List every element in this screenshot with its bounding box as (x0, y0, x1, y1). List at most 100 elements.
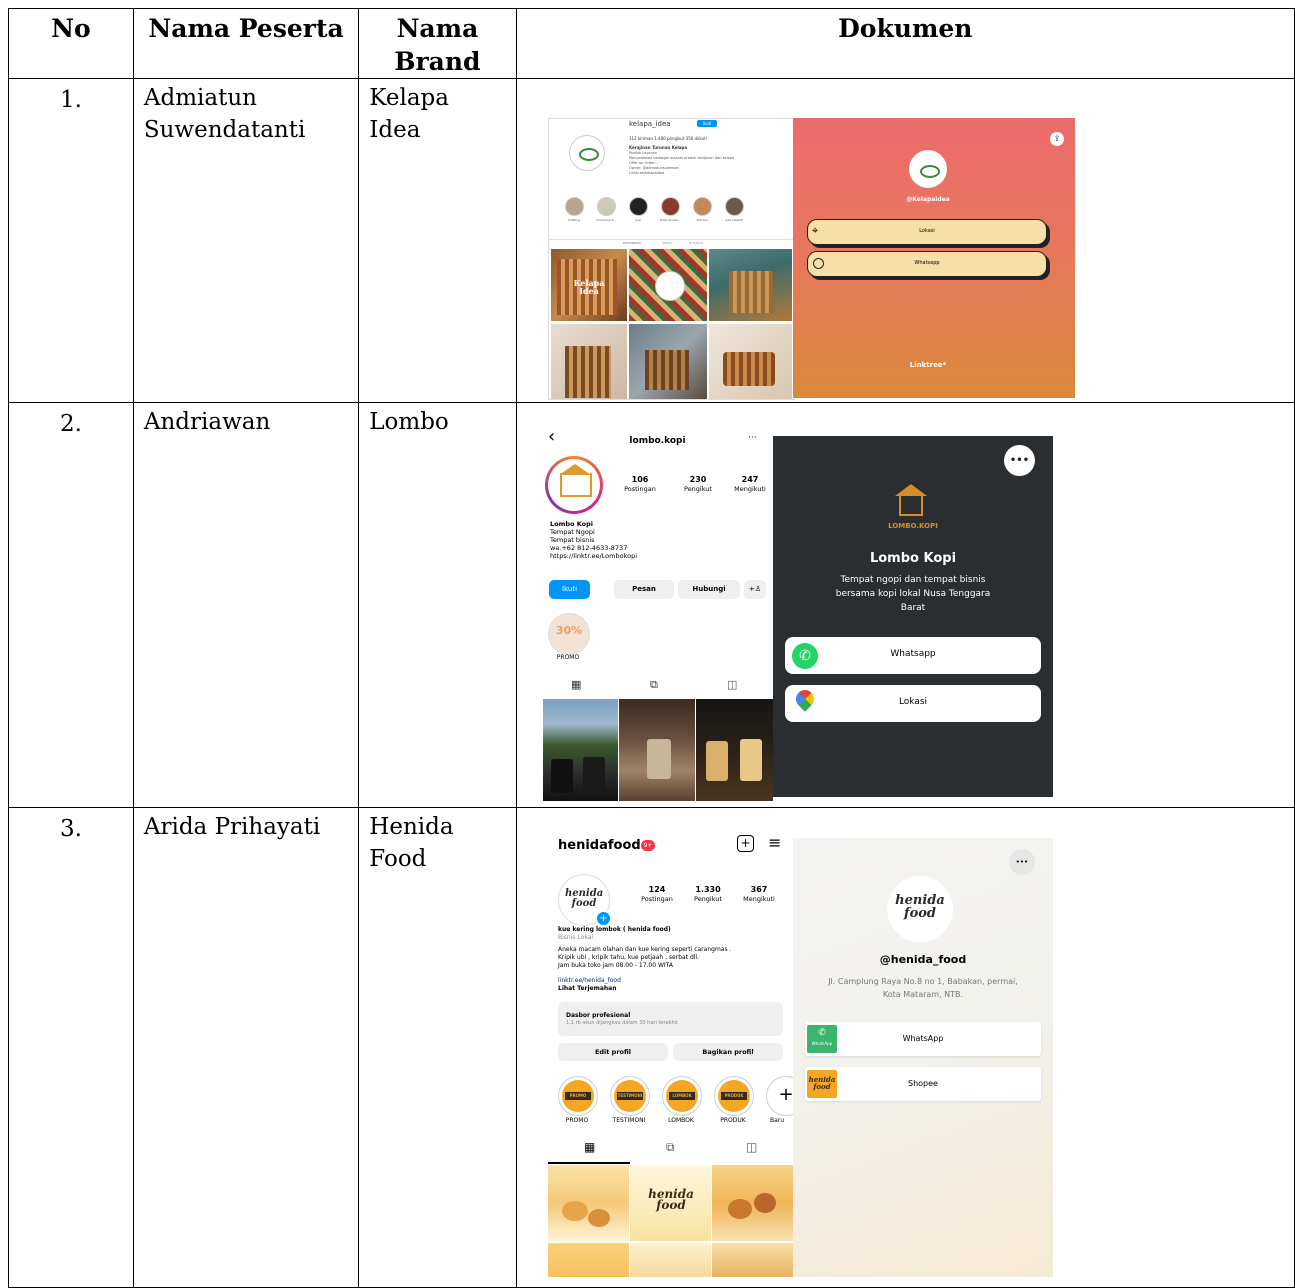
profile-avatar (569, 135, 605, 171)
post-thumbnail[interactable] (548, 1243, 629, 1277)
post-thumbnail[interactable] (709, 324, 792, 399)
bio-line: Kripik ubi , kripik tahu, kue petjaah , … (558, 954, 700, 961)
more-icon[interactable]: ··· (748, 433, 757, 443)
shopee-link-button[interactable]: henida food Shopee (805, 1067, 1041, 1101)
post-thumbnail[interactable] (709, 249, 792, 321)
share-icon[interactable]: ⇪ (1050, 132, 1064, 146)
linktree-avatar (909, 150, 947, 188)
linktree-avatar: henida food (887, 876, 953, 942)
whatsapp-link-button[interactable]: ✆ WhatsApp WhatsApp (805, 1022, 1041, 1056)
post-thumbnail[interactable]: Kelapa Idea (551, 249, 627, 321)
story-highlight[interactable] (629, 197, 648, 216)
more-icon[interactable]: ••• (1004, 445, 1035, 476)
highlight-label: Jual (635, 218, 641, 222)
story-highlight[interactable] (565, 197, 584, 216)
story-highlight[interactable]: LOMBOK (662, 1076, 702, 1116)
whatsapp-link-button[interactable]: ✆ Whatsapp (785, 637, 1041, 674)
tagged-icon[interactable]: ◫ (727, 678, 737, 691)
tagged-icon[interactable]: ◫ (746, 1140, 757, 1154)
post-thumbnail[interactable] (629, 249, 707, 321)
edit-profile-button[interactable]: Edit profil (558, 1043, 668, 1061)
tab-reels[interactable]: REELS (663, 241, 672, 245)
stat-value: 1.330 (695, 885, 721, 894)
lokasi-link-button[interactable]: ⌖ Lokasi (807, 219, 1047, 245)
post-thumbnail[interactable] (543, 699, 618, 801)
stat-label: Mengikuti (743, 895, 775, 903)
story-highlight[interactable] (661, 197, 680, 216)
highlight-promo[interactable]: 30% (548, 613, 590, 655)
bio-line: Aneka macam olahan dan kue kering sepert… (558, 946, 732, 953)
lombo-logo (891, 484, 931, 520)
post-thumbnail[interactable] (629, 324, 707, 399)
lokasi-label: Lokasi (919, 228, 935, 234)
post-thumbnail[interactable] (712, 1165, 793, 1241)
highlight-label: Tutorial (696, 218, 708, 222)
message-button[interactable]: Pesan (614, 580, 674, 599)
post-logo: henida food (648, 1187, 694, 1212)
post-thumbnail[interactable]: henida food (630, 1165, 711, 1241)
bio-text: Produk Layanan Menyediakan berbagai maca… (629, 151, 735, 175)
menu-icon[interactable]: ≡ (768, 833, 781, 852)
tab-ditandai[interactable]: DITANDAI (689, 241, 703, 245)
linktree-screenshot-lombo: ••• LOMBO.KOPI Lombo Kopi Tempat ngopi d… (773, 436, 1053, 797)
story-highlight[interactable] (693, 197, 712, 216)
profile-handle: lombo.kopi (629, 436, 686, 446)
reels-icon[interactable]: ⧉ (650, 678, 658, 692)
grid-icon[interactable]: ▦ (584, 1140, 595, 1154)
add-post-icon[interactable]: + (737, 835, 754, 852)
post-thumbnail[interactable] (696, 699, 773, 801)
add-story-icon[interactable]: + (595, 910, 612, 927)
story-highlight[interactable]: PROMO (558, 1076, 598, 1116)
contact-button[interactable]: Hubungi (678, 580, 740, 599)
row-number: 1. (8, 78, 134, 403)
highlight-label: Crafting (568, 218, 580, 222)
bio-category: Bisnis Lokal (558, 934, 594, 941)
bio-link[interactable]: linktr.ee/henida_food (558, 977, 621, 984)
header-nama-peserta: Nama Peserta (132, 8, 360, 79)
post-thumbnail[interactable] (712, 1243, 793, 1277)
promo-badge: 30% (555, 624, 583, 637)
stat-value: 230 (689, 475, 707, 484)
whatsapp-link-button[interactable]: Whatsapp (807, 251, 1047, 277)
share-profile-button[interactable]: Bagikan profil (673, 1043, 783, 1061)
story-highlight[interactable]: TESTIMONI (610, 1076, 650, 1116)
see-translation-link[interactable]: Lihat Terjemahan (558, 985, 617, 992)
linktree-description: Tempat ngopi dan tempat bisnis bersama k… (835, 575, 991, 613)
post-thumbnail[interactable] (619, 699, 695, 801)
post-thumbnail[interactable] (551, 324, 627, 399)
bio-line: Lombo Kopi (550, 520, 594, 528)
bio-line: wa.+62 812-4633-8737 (550, 544, 628, 552)
highlight-label: PROMO (556, 654, 580, 661)
highlight-badge: LOMBOK (669, 1092, 695, 1100)
professional-dashboard[interactable]: Dasbor profesional 1,1 rb akun dijangkau… (558, 1002, 783, 1036)
participant-name: Arida Prihayati (132, 807, 360, 1288)
more-icon[interactable]: ••• (1009, 849, 1035, 875)
bio-line: https://linktr.ee/Lombokopi (550, 552, 638, 560)
story-highlight[interactable] (597, 197, 616, 216)
tab-postingan[interactable]: POSTINGAN (623, 241, 641, 245)
profile-handle: henidafood (558, 838, 641, 853)
stat-label: Pengikut (684, 485, 712, 493)
stat-label: Mengikuti (734, 485, 766, 493)
instagram-screenshot-lombo: ‹ lombo.kopi ··· 106 Postingan 230 Pengikut… (542, 428, 773, 801)
highlight-label: Company P... (596, 218, 616, 222)
grid-icon[interactable]: ▦ (571, 678, 581, 691)
lokasi-link-button[interactable]: Lokasi (785, 685, 1041, 722)
add-person-icon[interactable]: +♙ (744, 580, 766, 599)
follow-button[interactable]: Ikuti (697, 120, 717, 127)
post-thumbnail[interactable] (630, 1243, 711, 1277)
logo-text: LOMBO.KOPI (888, 522, 938, 530)
new-highlight-button[interactable]: + (766, 1076, 793, 1116)
linktree-title: Lombo Kopi (869, 551, 957, 566)
post-thumbnail[interactable] (548, 1165, 629, 1241)
story-highlight[interactable]: PRODUK (714, 1076, 754, 1116)
stat-value: 106 (631, 475, 649, 484)
story-highlight[interactable] (725, 197, 744, 216)
highlight-label: PRODUK (720, 1117, 746, 1124)
header-row: No Nama Peserta Nama Brand Dokumen (8, 8, 1295, 79)
avatar-logo: henida food (565, 888, 604, 909)
shopee-label: Shopee (908, 1079, 938, 1088)
follow-button[interactable]: Ikuti (549, 580, 590, 599)
reels-icon[interactable]: ⧉ (666, 1140, 675, 1155)
lokasi-label: Lokasi (898, 697, 928, 707)
